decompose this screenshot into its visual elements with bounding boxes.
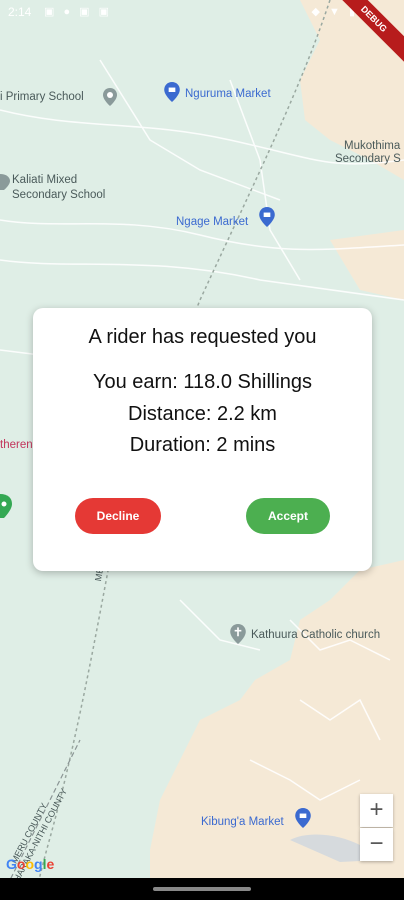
system-nav-bar: [0, 878, 404, 900]
place-label-kathuura-church[interactable]: Kathuura Catholic church: [251, 629, 380, 642]
place-label-ngage-market[interactable]: Ngage Market: [176, 216, 248, 229]
home-gesture-handle[interactable]: [153, 887, 251, 891]
google-logo: Google: [6, 856, 55, 872]
place-label-kaliati-secondary[interactable]: Secondary School: [12, 189, 105, 202]
school-pin-icon[interactable]: [0, 174, 10, 190]
place-label-kibunga-market[interactable]: Kibung'a Market: [201, 816, 284, 829]
zoom-in-button[interactable]: +: [360, 794, 393, 827]
church-pin-icon[interactable]: [230, 624, 246, 644]
status-bar: 2:14 ▣ ● ▣ ▣ ◆ ▼ ▮: [0, 0, 404, 24]
status-time: 2:14: [8, 5, 32, 19]
duration-text: Duration: 2 mins: [129, 434, 276, 456]
distance-text: Distance: 2.2 km: [128, 403, 277, 425]
earnings-text: You earn: 118.0 Shillings: [92, 371, 313, 393]
decline-button[interactable]: Decline: [75, 498, 161, 534]
dialog-title: A rider has requested you: [88, 326, 317, 348]
ride-request-dialog: A rider has requested you You earn: 118.…: [33, 308, 372, 571]
green-pin-icon[interactable]: [0, 494, 12, 518]
shopping-cart-pin-icon[interactable]: [164, 82, 180, 102]
shopping-cart-pin-icon[interactable]: [295, 808, 311, 828]
shopping-cart-pin-icon[interactable]: [259, 207, 275, 227]
place-label-mukothima[interactable]: Mukothima: [344, 140, 400, 153]
accept-button[interactable]: Accept: [246, 498, 330, 534]
place-label-primary-school[interactable]: i Primary School: [0, 91, 84, 104]
place-label-nguruma-market[interactable]: Nguruma Market: [185, 88, 271, 101]
place-label-kaliati-mixed[interactable]: Kaliati Mixed: [12, 174, 77, 187]
school-pin-icon[interactable]: [103, 88, 117, 106]
status-notification-icons: ▣ ● ▣ ▣: [44, 6, 112, 18]
zoom-out-button[interactable]: −: [360, 828, 393, 861]
place-label-mukothima-secondary[interactable]: Secondary S: [335, 153, 401, 166]
